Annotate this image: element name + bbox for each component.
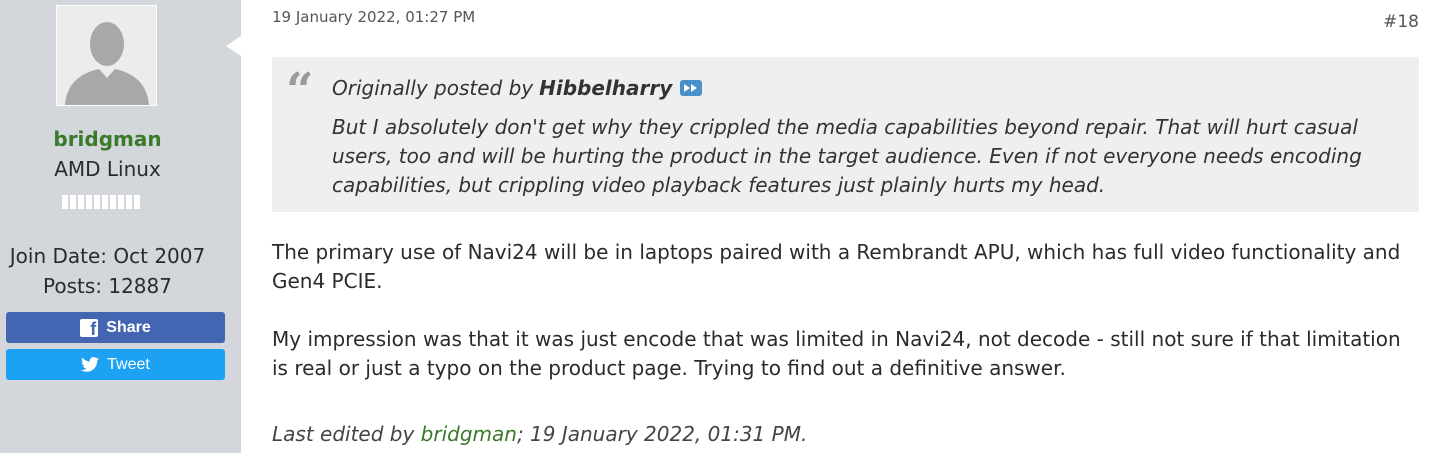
post-number-link[interactable]: #18: [1383, 12, 1419, 32]
twitter-bird-icon: [81, 357, 100, 372]
last-edited-prefix: Last edited by: [272, 422, 415, 446]
sidebar-pointer: [226, 36, 241, 56]
reputation-segment: [102, 195, 108, 209]
post-date: 19 January 2022, 01:27 PM: [272, 8, 476, 26]
share-label: Share: [106, 318, 151, 336]
default-avatar-icon: [57, 6, 156, 105]
tweet-label: Tweet: [107, 355, 150, 373]
last-edited-note: Last edited by bridgman; 19 January 2022…: [272, 422, 807, 446]
reputation-segment: [134, 195, 140, 209]
reputation-segment: [70, 195, 76, 209]
user-info: Join Date: Oct 2007 Posts: 12887: [0, 241, 215, 301]
post-count: Posts: 12887: [43, 274, 172, 298]
post-paragraph: My impression was that it was just encod…: [272, 327, 1401, 380]
reputation-bar: [62, 195, 140, 209]
quote-block: “ Originally posted by Hibbelharry But I…: [272, 57, 1419, 212]
join-date: Join Date: Oct 2007: [9, 244, 206, 268]
username-link[interactable]: bridgman: [0, 127, 215, 151]
post-body: The primary use of Navi24 will be in lap…: [272, 238, 1422, 412]
quote-mark-icon: “: [286, 63, 314, 119]
edited-by-user-link[interactable]: bridgman: [421, 422, 517, 446]
user-sidebar: bridgman AMD Linux Join Date: Oct 2007 P…: [0, 0, 241, 453]
facebook-share-button[interactable]: Share: [6, 312, 225, 343]
avatar[interactable]: [56, 5, 157, 106]
facebook-icon: [80, 318, 99, 340]
reputation-segment: [118, 195, 124, 209]
last-edited-date: ; 19 January 2022, 01:31 PM.: [516, 422, 808, 446]
forum-post: bridgman AMD Linux Join Date: Oct 2007 P…: [0, 0, 1430, 453]
reputation-segment: [110, 195, 116, 209]
reputation-segment: [78, 195, 84, 209]
quote-prefix: Originally posted by: [332, 76, 534, 100]
quote-header: Originally posted by Hibbelharry: [332, 76, 703, 100]
quote-text: But I absolutely don't get why they crip…: [332, 115, 1362, 197]
post-paragraph: The primary use of Navi24 will be in lap…: [272, 240, 1401, 293]
quote-author: Hibbelharry: [539, 76, 673, 100]
view-post-icon[interactable]: [680, 80, 703, 96]
reputation-segment: [126, 195, 132, 209]
reputation-segment: [94, 195, 100, 209]
tweet-button[interactable]: Tweet: [6, 349, 225, 380]
reputation-segment: [62, 195, 68, 209]
reputation-segment: [86, 195, 92, 209]
user-title: AMD Linux: [54, 157, 161, 181]
